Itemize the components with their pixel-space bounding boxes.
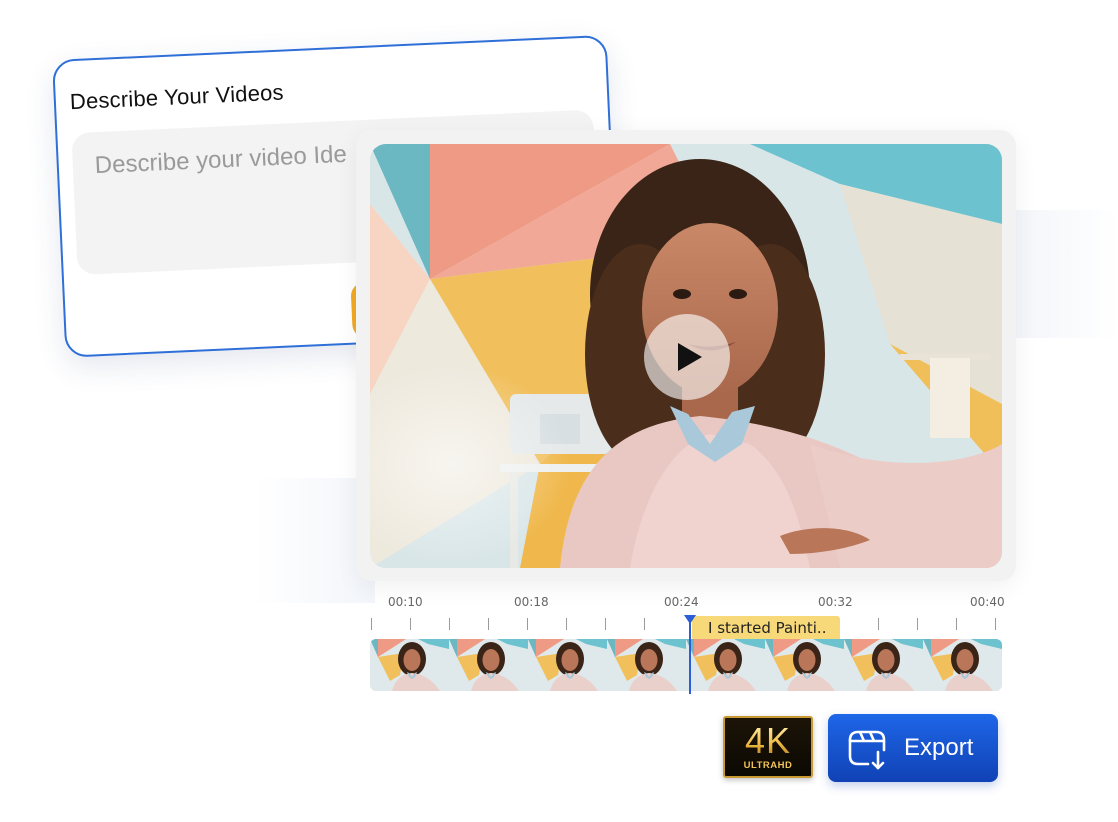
background-fade-right (1000, 210, 1118, 338)
timeline-tick (644, 618, 645, 630)
describe-card-title: Describe Your Videos (69, 79, 285, 115)
film-strip[interactable] (370, 639, 1002, 691)
export-button-label: Export (904, 734, 974, 761)
timeline-tick (605, 618, 606, 630)
film-strip-frame[interactable] (607, 639, 686, 691)
timeline-tick (449, 618, 450, 630)
timeline-tick (410, 618, 411, 630)
timeline-tick (956, 618, 957, 630)
film-strip-frame[interactable] (449, 639, 528, 691)
export-video-icon (848, 730, 886, 770)
timeline-tick (566, 618, 567, 630)
film-strip-frame[interactable] (765, 639, 844, 691)
time-label: 00:18 (514, 595, 549, 609)
caption-clip[interactable]: I started Painti.. (692, 616, 840, 640)
film-strip-frame[interactable] (528, 639, 607, 691)
timeline-tick (488, 618, 489, 630)
4k-ultrahd-badge: 4K ULTRAHD (723, 716, 813, 778)
export-button[interactable]: Export (828, 714, 998, 782)
video-description-placeholder: Describe your video Ide (94, 140, 348, 180)
timeline-tick (995, 618, 996, 630)
play-icon (678, 343, 702, 371)
film-strip-frame[interactable] (686, 639, 765, 691)
time-label: 00:32 (818, 595, 853, 609)
timeline-tick (371, 618, 372, 630)
play-button[interactable] (644, 314, 730, 400)
video-preview-panel (356, 130, 1016, 581)
badge-ultrahd-text: ULTRAHD (743, 760, 793, 771)
time-label: 00:24 (664, 595, 699, 609)
playhead-handle-icon[interactable] (684, 615, 696, 624)
timeline-tick (917, 618, 918, 630)
time-label: 00:40 (970, 595, 1005, 609)
film-strip-frame[interactable] (370, 639, 449, 691)
film-strip-frame[interactable] (923, 639, 1002, 691)
video-timeline[interactable]: 00:10 00:18 00:24 00:32 00:40 I started … (370, 590, 1005, 698)
timeline-tick (878, 618, 879, 630)
time-label: 00:10 (388, 595, 423, 609)
timeline-tick (527, 618, 528, 630)
film-strip-frame[interactable] (844, 639, 923, 691)
badge-4k-text: 4K (744, 720, 792, 761)
playhead[interactable] (689, 618, 691, 694)
video-preview[interactable] (370, 144, 1002, 568)
